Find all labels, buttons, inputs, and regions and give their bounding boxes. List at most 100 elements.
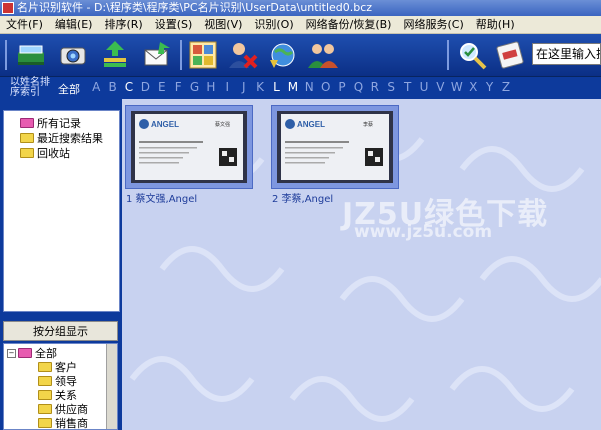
contact-card-button[interactable] <box>493 38 527 72</box>
globe-sync-icon <box>270 43 295 68</box>
menu-help[interactable]: 帮助(H) <box>470 16 521 33</box>
index-letter-f[interactable]: F <box>170 80 186 94</box>
menu-view[interactable]: 视图(V) <box>198 16 248 33</box>
card-brand: ANGEL <box>297 120 325 129</box>
menu-sort[interactable]: 排序(R) <box>98 16 148 33</box>
index-letter-g[interactable]: G <box>186 80 202 94</box>
card-caption: 1 蔡文强,Angel <box>126 194 198 205</box>
index-letter-x[interactable]: X <box>465 80 481 94</box>
index-letter-c[interactable]: C <box>121 80 137 94</box>
toolbar: 在这里输入搜索 <box>0 34 601 77</box>
menu-network[interactable]: 网络服务(C) <box>397 16 469 33</box>
window-title: 名片识别软件 - D:\程序类\程序类\PC名片识别\UserData\unti… <box>17 1 373 14</box>
menu-file[interactable]: 文件(F) <box>0 16 49 33</box>
alphabet-index-bar: 以姓名排序索引 全部 ABCDEFGHIJKLMNOPQRSTUVWXYZ <box>0 77 601 99</box>
card-person-name: 李蔡 <box>363 121 373 128</box>
card-person-name: 蔡文强 <box>215 121 230 128</box>
menu-recognize[interactable]: 识别(O) <box>248 16 299 33</box>
menu-edit[interactable]: 编辑(E) <box>49 16 99 33</box>
index-letter-q[interactable]: Q <box>350 80 366 94</box>
tree-item-recent-search[interactable]: 最近搜索结果 <box>20 132 103 146</box>
users-icon <box>308 44 338 68</box>
group-root-label: 全部 <box>35 347 57 360</box>
card-caption: 2 李蔡,Angel <box>272 194 334 205</box>
card-paper: ANGEL 李蔡 <box>281 114 389 180</box>
export-button[interactable] <box>140 38 174 72</box>
search-button[interactable] <box>455 38 489 72</box>
group-root[interactable]: − 全部 <box>7 347 57 360</box>
index-letter-i[interactable]: I <box>219 80 235 94</box>
import-button[interactable] <box>98 38 132 72</box>
scanner-button[interactable] <box>14 38 48 72</box>
menu-settings[interactable]: 设置(S) <box>149 16 199 33</box>
index-letter-o[interactable]: O <box>317 80 333 94</box>
group-item-relations[interactable]: 关系 <box>38 389 77 402</box>
pink-folder-icon <box>20 118 34 128</box>
group-item-leaders[interactable]: 领导 <box>38 375 77 388</box>
index-letter-l[interactable]: L <box>268 80 284 94</box>
card-paper: ANGEL 蔡文强 <box>135 114 243 180</box>
index-letter-n[interactable]: N <box>301 80 317 94</box>
pink-folder-icon <box>18 348 32 358</box>
group-item-suppliers[interactable]: 供应商 <box>38 403 88 416</box>
collapse-icon[interactable]: − <box>7 348 16 358</box>
toolbar-separator-2 <box>447 40 449 70</box>
index-letter-d[interactable]: D <box>137 80 153 94</box>
group-item-sellers[interactable]: 销售商 <box>38 417 88 430</box>
index-letter-u[interactable]: U <box>416 80 432 94</box>
folder-icon <box>38 362 52 372</box>
card-content-icon: ANGEL 李蔡 <box>285 119 383 166</box>
index-letter-m[interactable]: M <box>285 80 301 94</box>
group-tree-scrollbar[interactable] <box>106 344 117 429</box>
watermark-url: www.jz5u.com <box>354 222 493 242</box>
group-item-label: 关系 <box>55 389 77 402</box>
index-letter-v[interactable]: V <box>432 80 448 94</box>
group-view-header[interactable]: 按分组显示 <box>3 321 118 341</box>
index-letter-z[interactable]: Z <box>498 80 514 94</box>
folder-icon <box>20 133 34 143</box>
group-item-label: 领导 <box>55 375 77 388</box>
index-letter-k[interactable]: K <box>252 80 268 94</box>
folder-icon <box>38 404 52 414</box>
toolbar-separator <box>180 40 182 70</box>
index-all[interactable]: 全部 <box>58 81 80 97</box>
index-letter-e[interactable]: E <box>154 80 170 94</box>
index-letter-h[interactable]: H <box>203 80 219 94</box>
index-letters: ABCDEFGHIJKLMNOPQRSTUVWXYZ <box>88 80 514 94</box>
camera-icon <box>60 47 86 65</box>
stack-arrows-icon <box>104 41 126 67</box>
index-letter-y[interactable]: Y <box>481 80 497 94</box>
index-letter-a[interactable]: A <box>88 80 104 94</box>
business-card-thumbnail[interactable]: ANGEL 蔡文强 <box>125 105 253 189</box>
group-item-label: 供应商 <box>55 403 88 416</box>
users-button[interactable] <box>306 38 340 72</box>
toolbar-grip <box>5 40 7 70</box>
menu-backup[interactable]: 网络备份/恢复(B) <box>300 16 398 33</box>
index-letter-j[interactable]: J <box>236 80 252 94</box>
tree-item-recycle-bin[interactable]: 回收站 <box>20 147 70 161</box>
business-card-thumbnail[interactable]: ANGEL 李蔡 <box>271 105 399 189</box>
index-letter-r[interactable]: R <box>367 80 383 94</box>
folder-icon <box>20 148 34 158</box>
tree-item-all-records[interactable]: 所有记录 <box>20 117 81 131</box>
envelope-icon <box>144 42 170 66</box>
tree-item-label: 最近搜索结果 <box>37 132 103 145</box>
card-view-button[interactable] <box>186 38 220 72</box>
card-content-icon: ANGEL 蔡文强 <box>139 119 237 166</box>
index-letter-t[interactable]: T <box>399 80 415 94</box>
search-input[interactable]: 在这里输入搜索 <box>532 43 601 65</box>
index-letter-b[interactable]: B <box>104 80 120 94</box>
group-item-customers[interactable]: 客户 <box>38 361 77 374</box>
group-item-label: 销售商 <box>55 417 88 430</box>
index-letter-s[interactable]: S <box>383 80 399 94</box>
tree-item-label: 回收站 <box>37 147 70 160</box>
delete-user-button[interactable] <box>226 38 260 72</box>
index-letter-p[interactable]: P <box>334 80 350 94</box>
title-bar: 名片识别软件 - D:\程序类\程序类\PC名片识别\UserData\unti… <box>0 0 601 16</box>
tree-item-label: 所有记录 <box>37 117 81 130</box>
card-grid-icon <box>189 41 217 69</box>
sync-button[interactable] <box>266 38 300 72</box>
camera-button[interactable] <box>56 38 90 72</box>
index-letter-w[interactable]: W <box>449 80 465 94</box>
contact-card-icon <box>496 41 524 69</box>
